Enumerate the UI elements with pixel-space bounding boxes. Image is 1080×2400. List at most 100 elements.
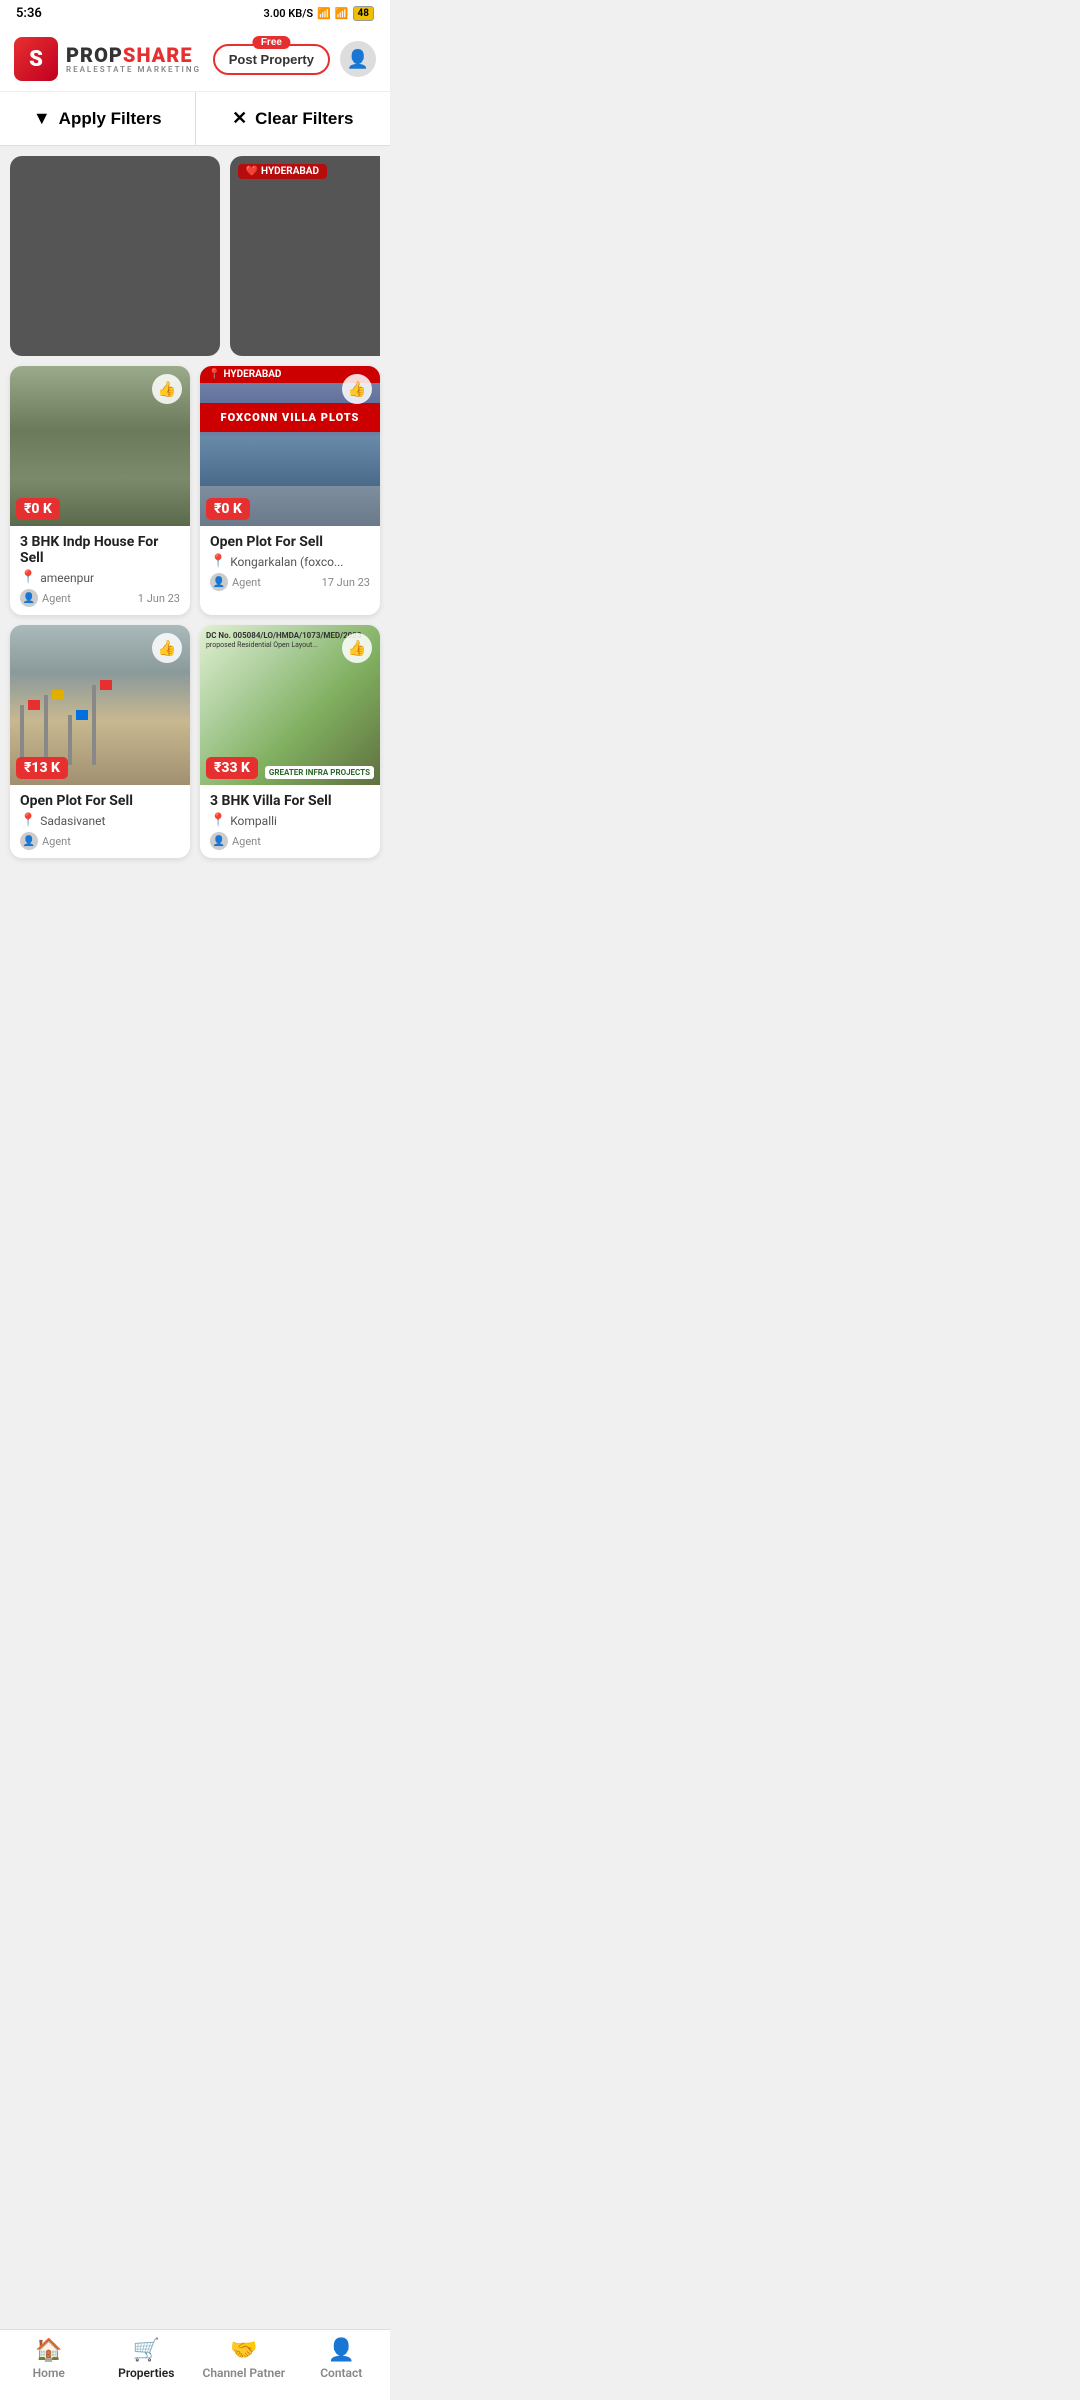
featured-card-2: ❤️ HYDERABAD ₹0K FOXCONN VILLA 200.00 sq… — [230, 156, 380, 356]
foxconn-villa-label: FOXCONN VILLA PLOTS — [200, 403, 380, 432]
status-bar: 5:36 3.00 KB/S 📶 📶 48 — [0, 0, 390, 27]
property-title-4: 3 BHK Villa For Sell — [210, 793, 370, 809]
apply-filters-label: Apply Filters — [59, 109, 162, 129]
hyderabad-badge-featured: ❤️ HYDERABAD — [238, 164, 327, 179]
property-loc-1: 📍 ameenpur — [20, 570, 180, 585]
pin-icon-1: 📍 — [20, 570, 36, 585]
hyd-badge-label: HYDERABAD — [261, 166, 319, 177]
featured-section: ₹0 K N.A ameenpur ready to move Directio… — [10, 156, 380, 356]
agent-icon-3: 👤 — [20, 832, 38, 850]
wifi-icon: 📶 — [317, 7, 331, 20]
property-title-2: Open Plot For Sell — [210, 534, 370, 550]
status-icons: 3.00 KB/S 📶 📶 48 — [264, 6, 374, 21]
like-button-4[interactable]: 👍 — [342, 633, 372, 663]
post-property-label: Post Property — [229, 52, 314, 67]
time: 5:36 — [16, 6, 42, 21]
agent-icon-1: 👤 — [20, 589, 38, 607]
clear-filter-icon: ✕ — [232, 108, 247, 129]
foxconn-train-image — [200, 436, 380, 486]
agent-label-1: Agent — [42, 592, 71, 605]
header-right: Free Post Property 👤 — [213, 41, 376, 77]
logo-prop: PROP — [66, 43, 123, 67]
channel-label: Channel Patner — [202, 2366, 285, 2380]
property-card-1-image-wrap: 👍 ₹0 K — [10, 366, 190, 526]
agent-row-4: 👤 Agent — [210, 832, 261, 850]
property-card-3-body: Open Plot For Sell 📍 Sadasivanet 👤 Agent — [10, 785, 190, 858]
bottom-nav: 🏠 Home 🛒 Properties 🤝 Channel Patner 👤 C… — [0, 2329, 390, 2400]
agent-icon-4: 👤 — [210, 832, 228, 850]
property-meta-1: 👤 Agent 1 Jun 23 — [20, 589, 180, 607]
heart-pin-icon: ❤️ — [246, 166, 258, 177]
agent-label-4: Agent — [232, 835, 261, 848]
channel-icon: 🤝 — [230, 2338, 257, 2363]
agent-row-2: 👤 Agent — [210, 573, 261, 591]
logo-share: SHARE — [123, 43, 193, 67]
property-card-4-image-wrap: DC No. 005084/LO/HMDA/1073/MED/2023 prop… — [200, 625, 380, 785]
like-button-3[interactable]: 👍 — [152, 633, 182, 663]
apply-filters-button[interactable]: ▼ Apply Filters — [0, 92, 196, 145]
signal-icon: 📶 — [335, 7, 349, 20]
logo-area: S PROPSHARE REALESTATE MARKETING — [14, 37, 201, 81]
property-meta-3: 👤 Agent — [20, 832, 180, 850]
pin-icon-2: 📍 — [210, 554, 226, 569]
filter-bar: ▼ Apply Filters ✕ Clear Filters — [0, 92, 390, 146]
free-badge: Free — [253, 36, 290, 49]
agent-row-3: 👤 Agent — [20, 832, 71, 850]
clear-filters-label: Clear Filters — [255, 109, 353, 129]
nav-channel-partner[interactable]: 🤝 Channel Patner — [195, 2338, 293, 2380]
property-title-1: 3 BHK Indp House For Sell — [20, 534, 180, 566]
nav-home[interactable]: 🏠 Home — [0, 2338, 98, 2380]
logo-text: PROPSHARE REALESTATE MARKETING — [66, 44, 201, 75]
property-card-4: DC No. 005084/LO/HMDA/1073/MED/2023 prop… — [200, 625, 380, 858]
logo-icon: S — [14, 37, 58, 81]
pin-badge-icon: 📍 — [208, 369, 220, 380]
property-price-badge-3: ₹13 K — [16, 757, 68, 779]
date-1: 1 Jun 23 — [138, 592, 180, 605]
main-content: ₹0 K N.A ameenpur ready to move Directio… — [0, 146, 390, 958]
featured-card-1: ₹0 K N.A ameenpur ready to move Directio… — [10, 156, 220, 356]
clear-filters-button[interactable]: ✕ Clear Filters — [196, 92, 391, 145]
properties-icon: 🛒 — [133, 2338, 160, 2363]
contact-icon: 👤 — [328, 2338, 355, 2363]
property-card-1-body: 3 BHK Indp House For Sell 📍 ameenpur 👤 A… — [10, 526, 190, 615]
logo-name: PROPSHARE — [66, 44, 201, 66]
properties-label: Properties — [118, 2366, 174, 2380]
like-button-2[interactable]: 👍 — [342, 374, 372, 404]
avatar[interactable]: 👤 — [340, 41, 376, 77]
nav-contact[interactable]: 👤 Contact — [293, 2338, 391, 2380]
property-price-badge-2: ₹0 K — [206, 498, 250, 520]
property-card-3: 👍 ₹13 K Open Plot For Sell 📍 Sadasivanet… — [10, 625, 190, 858]
agent-row-1: 👤 Agent — [20, 589, 71, 607]
post-property-button[interactable]: Free Post Property — [213, 44, 330, 75]
content-area: ₹0 K N.A ameenpur ready to move Directio… — [0, 146, 390, 868]
property-card-2-body: Open Plot For Sell 📍 Kongarkalan (foxco.… — [200, 526, 380, 599]
property-loc-3: 📍 Sadasivanet — [20, 813, 180, 828]
date-2: 17 Jun 23 — [322, 576, 370, 589]
agent-label-3: Agent — [42, 835, 71, 848]
property-price-badge-1: ₹0 K — [16, 498, 60, 520]
property-card-3-image-wrap: 👍 ₹13 K — [10, 625, 190, 785]
property-card-2-image-wrap: 📍 HYDERABAD FOXCONN VILLA PLOTS 👍 ₹0 K — [200, 366, 380, 526]
property-loc-2: 📍 Kongarkalan (foxco... — [210, 554, 370, 569]
avatar-icon: 👤 — [347, 49, 369, 70]
grid-section: 👍 ₹0 K 3 BHK Indp House For Sell 📍 ameen… — [10, 366, 380, 858]
logo-sub: REALESTATE MARKETING — [66, 66, 201, 75]
network-speed: 3.00 KB/S — [264, 7, 314, 20]
property-card-2: 📍 HYDERABAD FOXCONN VILLA PLOTS 👍 ₹0 K O… — [200, 366, 380, 615]
home-icon: 🏠 — [35, 2338, 62, 2363]
property-card-4-body: 3 BHK Villa For Sell 📍 Kompalli 👤 Agent — [200, 785, 380, 858]
property-title-3: Open Plot For Sell — [20, 793, 180, 809]
contact-label: Contact — [320, 2366, 362, 2380]
property-meta-4: 👤 Agent — [210, 832, 370, 850]
property-card-1: 👍 ₹0 K 3 BHK Indp House For Sell 📍 ameen… — [10, 366, 190, 615]
property-meta-2: 👤 Agent 17 Jun 23 — [210, 573, 370, 591]
filter-icon: ▼ — [33, 108, 51, 129]
agent-icon-2: 👤 — [210, 573, 228, 591]
header: S PROPSHARE REALESTATE MARKETING Free Po… — [0, 27, 390, 92]
pin-icon-3: 📍 — [20, 813, 36, 828]
like-button-1[interactable]: 👍 — [152, 374, 182, 404]
hyd-badge-text: HYDERABAD — [223, 369, 281, 380]
greater-infra-badge: GREATER INFRA PROJECTS — [265, 766, 374, 779]
battery-badge: 48 — [353, 6, 374, 21]
nav-properties[interactable]: 🛒 Properties — [98, 2338, 196, 2380]
